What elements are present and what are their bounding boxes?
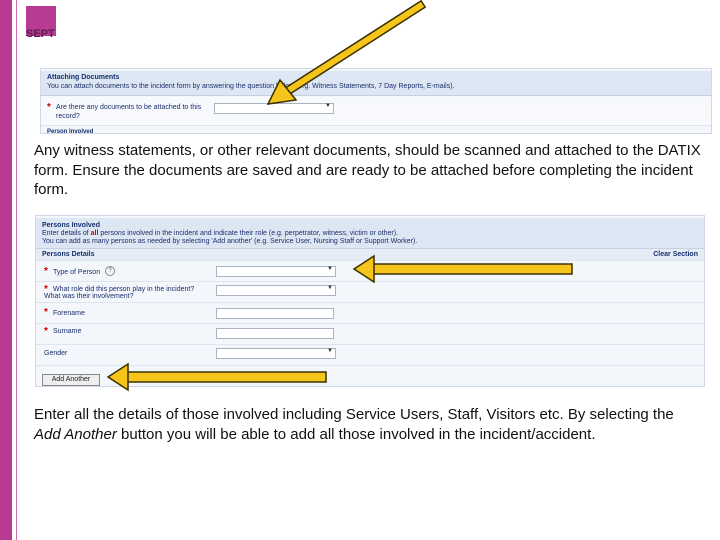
arrow-to-add-another [106, 362, 327, 392]
arrow-to-type-of-person [352, 254, 573, 284]
callout-arrows [106, 0, 573, 392]
arrow-to-attach-question [266, 0, 427, 105]
